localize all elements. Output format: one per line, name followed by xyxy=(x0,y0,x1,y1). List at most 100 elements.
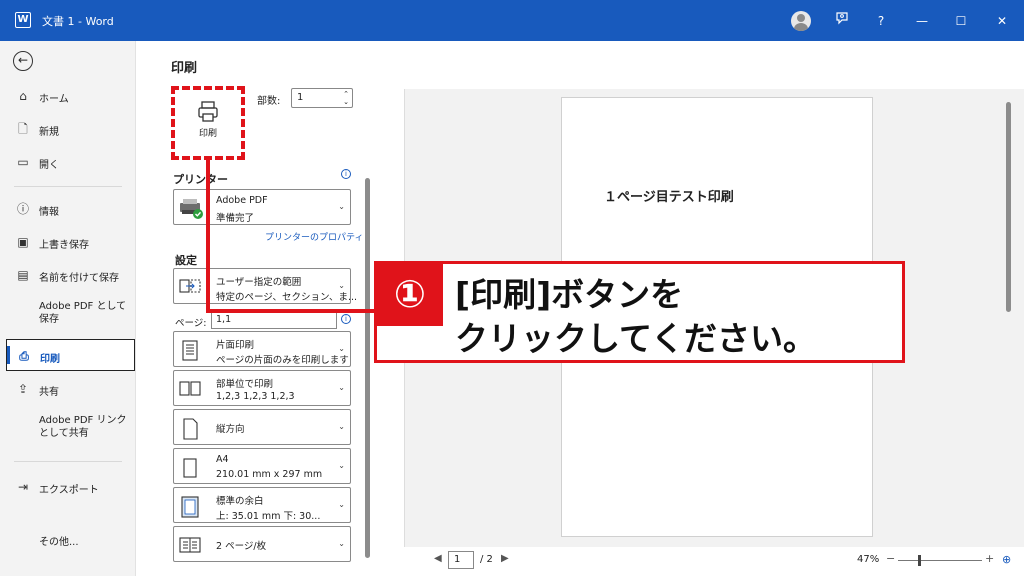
pages-per-sheet-select[interactable]: 2 ページ/枚 ⌄ xyxy=(173,526,351,562)
orientation-value: 縦方向 xyxy=(216,424,245,435)
new-doc-icon: 🗋 xyxy=(18,122,28,136)
single-sided-icon xyxy=(179,340,201,361)
help-icon[interactable]: ? xyxy=(870,10,892,32)
sidebar-item-share-adobe-pdf[interactable]: Adobe PDF リンク として共有 xyxy=(6,410,135,446)
zoom-out-icon[interactable]: − xyxy=(886,552,895,565)
sidebar-item-label: その他... xyxy=(39,537,79,548)
sidebar-item-label: 新規 xyxy=(39,127,59,138)
collate-icon xyxy=(179,379,201,399)
pages-label: ページ: xyxy=(175,318,207,329)
minimize-button[interactable]: — xyxy=(911,10,933,32)
sidebar-item-new[interactable]: 🗋 新規 xyxy=(6,113,135,145)
scrollbar-thumb[interactable] xyxy=(1006,102,1011,312)
title-bar: W 文書 1 - Word ? — ☐ ✕ xyxy=(0,0,1024,41)
window-title: 文書 1 - Word xyxy=(42,15,114,28)
sidebar-item-label: 共有 xyxy=(39,387,59,398)
chevron-down-icon: ⌄ xyxy=(338,461,345,470)
save-as-icon: ▤ xyxy=(17,268,29,282)
printer-section-label: プリンター xyxy=(173,173,228,186)
printer-icon xyxy=(197,100,219,124)
sidebar-item-more[interactable]: その他... xyxy=(6,523,135,555)
sidebar-item-print[interactable]: ⎙ 印刷 xyxy=(6,339,135,371)
coauthor-icon[interactable] xyxy=(831,10,853,32)
total-pages: / 2 xyxy=(480,554,493,565)
sides-title: 片面印刷 xyxy=(216,340,255,351)
printer-icon: ⎙ xyxy=(19,349,29,363)
zoom-slider[interactable] xyxy=(898,560,982,561)
sidebar-item-open[interactable]: ▭ 開く xyxy=(6,146,135,178)
spin-arrows-icon[interactable]: ⌃ ⌄ xyxy=(343,90,349,106)
next-page-icon[interactable]: ▶ xyxy=(501,553,509,564)
sides-desc: ページの片面のみを印刷します xyxy=(216,355,349,366)
sides-select[interactable]: 片面印刷 ページの片面のみを印刷します ⌄ xyxy=(173,331,351,367)
instruction-callout: ① [印刷]ボタンを クリックしてください。 xyxy=(374,261,905,363)
copies-stepper[interactable]: 1 ⌃ ⌄ xyxy=(291,88,353,108)
page-range-icon xyxy=(179,277,201,297)
sidebar-item-label: Adobe PDF として 保存 xyxy=(39,301,127,325)
paper-size-desc: 210.01 mm x 297 mm xyxy=(216,469,323,480)
pages-per-sheet-icon xyxy=(179,535,201,555)
preview-scrollbar[interactable] xyxy=(1004,92,1012,542)
print-range-select[interactable]: ユーザー指定の範囲 特定のページ、セクション、ま... ⌄ xyxy=(173,268,357,304)
settings-section-label: 設定 xyxy=(175,254,197,267)
printer-status: 準備完了 xyxy=(216,213,255,224)
chevron-down-icon: ⌄ xyxy=(338,539,345,548)
info-icon[interactable]: i xyxy=(341,314,351,324)
copies-label: 部数: xyxy=(257,96,281,107)
sidebar-item-export[interactable]: ⇥ エクスポート xyxy=(6,471,135,503)
zoom-to-page-icon[interactable]: ⊕ xyxy=(1002,553,1015,566)
sidebar-item-label: 上書き保存 xyxy=(39,240,89,251)
home-icon: ⌂ xyxy=(19,89,27,103)
settings-scrollbar[interactable] xyxy=(364,172,371,570)
paper-size-select[interactable]: A4 210.01 mm x 297 mm ⌄ xyxy=(173,448,351,484)
sidebar-item-label: ホーム xyxy=(39,94,69,105)
maximize-button[interactable]: ☐ xyxy=(950,10,972,32)
print-button[interactable]: 印刷 xyxy=(171,86,245,160)
sidebar-item-save-adobe-pdf[interactable]: Adobe PDF として 保存 xyxy=(6,296,135,332)
paper-size-title: A4 xyxy=(216,454,229,465)
printer-select[interactable]: Adobe PDF 準備完了 ⌄ xyxy=(173,189,351,225)
pages-input[interactable]: 1,1 xyxy=(211,311,337,329)
info-icon: ⓘ xyxy=(16,202,29,216)
printer-properties-link[interactable]: プリンターのプロパティ xyxy=(265,230,363,243)
info-icon[interactable]: i xyxy=(341,169,351,179)
sidebar-item-save-as[interactable]: ▤ 名前を付けて保存 xyxy=(6,259,135,291)
chevron-down-icon: ⌄ xyxy=(338,202,345,211)
callout-line-1: [印刷]ボタンを xyxy=(455,275,684,314)
range-desc: 特定のページ、セクション、ま... xyxy=(216,292,358,303)
collate-desc: 1,2,3 1,2,3 1,2,3 xyxy=(216,391,295,402)
callout-connector xyxy=(206,160,210,312)
range-title: ユーザー指定の範囲 xyxy=(216,277,302,288)
sidebar-item-info[interactable]: ⓘ 情報 xyxy=(6,193,135,225)
sidebar-item-label: 名前を付けて保存 xyxy=(39,273,119,284)
folder-open-icon: ▭ xyxy=(17,155,29,169)
word-app-icon: W xyxy=(15,12,31,28)
sidebar-item-save[interactable]: ▣ 上書き保存 xyxy=(6,226,135,258)
printer-name: Adobe PDF xyxy=(216,195,268,206)
printer-device-icon xyxy=(179,198,203,219)
margins-select[interactable]: 標準の余白 上: 35.01 mm 下: 30... ⌄ xyxy=(173,487,351,523)
scrollbar-thumb[interactable] xyxy=(365,178,370,558)
step-number-badge: ① xyxy=(377,264,443,326)
account-avatar-icon[interactable] xyxy=(791,11,811,31)
collate-select[interactable]: 部単位で印刷 1,2,3 1,2,3 1,2,3 ⌄ xyxy=(173,370,351,406)
callout-line-2: クリックしてください。 xyxy=(455,319,817,358)
share-icon: ⇪ xyxy=(17,382,29,396)
margins-desc: 上: 35.01 mm 下: 30... xyxy=(216,511,321,522)
sidebar-item-share[interactable]: ⇪ 共有 xyxy=(6,373,135,405)
zoom-slider-thumb[interactable] xyxy=(918,555,921,566)
close-button[interactable]: ✕ xyxy=(991,10,1013,32)
chevron-down-icon: ⌄ xyxy=(338,500,345,509)
sidebar-item-home[interactable]: ⌂ ホーム xyxy=(6,80,135,112)
preview-page-text: １ページ目テスト印刷 xyxy=(604,190,734,205)
paper-size-icon xyxy=(179,457,201,478)
back-arrow-icon[interactable]: ← xyxy=(13,51,33,71)
current-page-input[interactable]: 1 xyxy=(448,551,474,569)
chevron-down-icon: ⌄ xyxy=(338,344,345,353)
previous-page-icon[interactable]: ◀ xyxy=(434,553,442,564)
portrait-icon xyxy=(179,418,201,440)
sidebar-item-label: 印刷 xyxy=(40,354,60,365)
zoom-in-icon[interactable]: + xyxy=(985,552,994,565)
orientation-select[interactable]: 縦方向 ⌄ xyxy=(173,409,351,445)
margins-icon xyxy=(179,496,201,518)
